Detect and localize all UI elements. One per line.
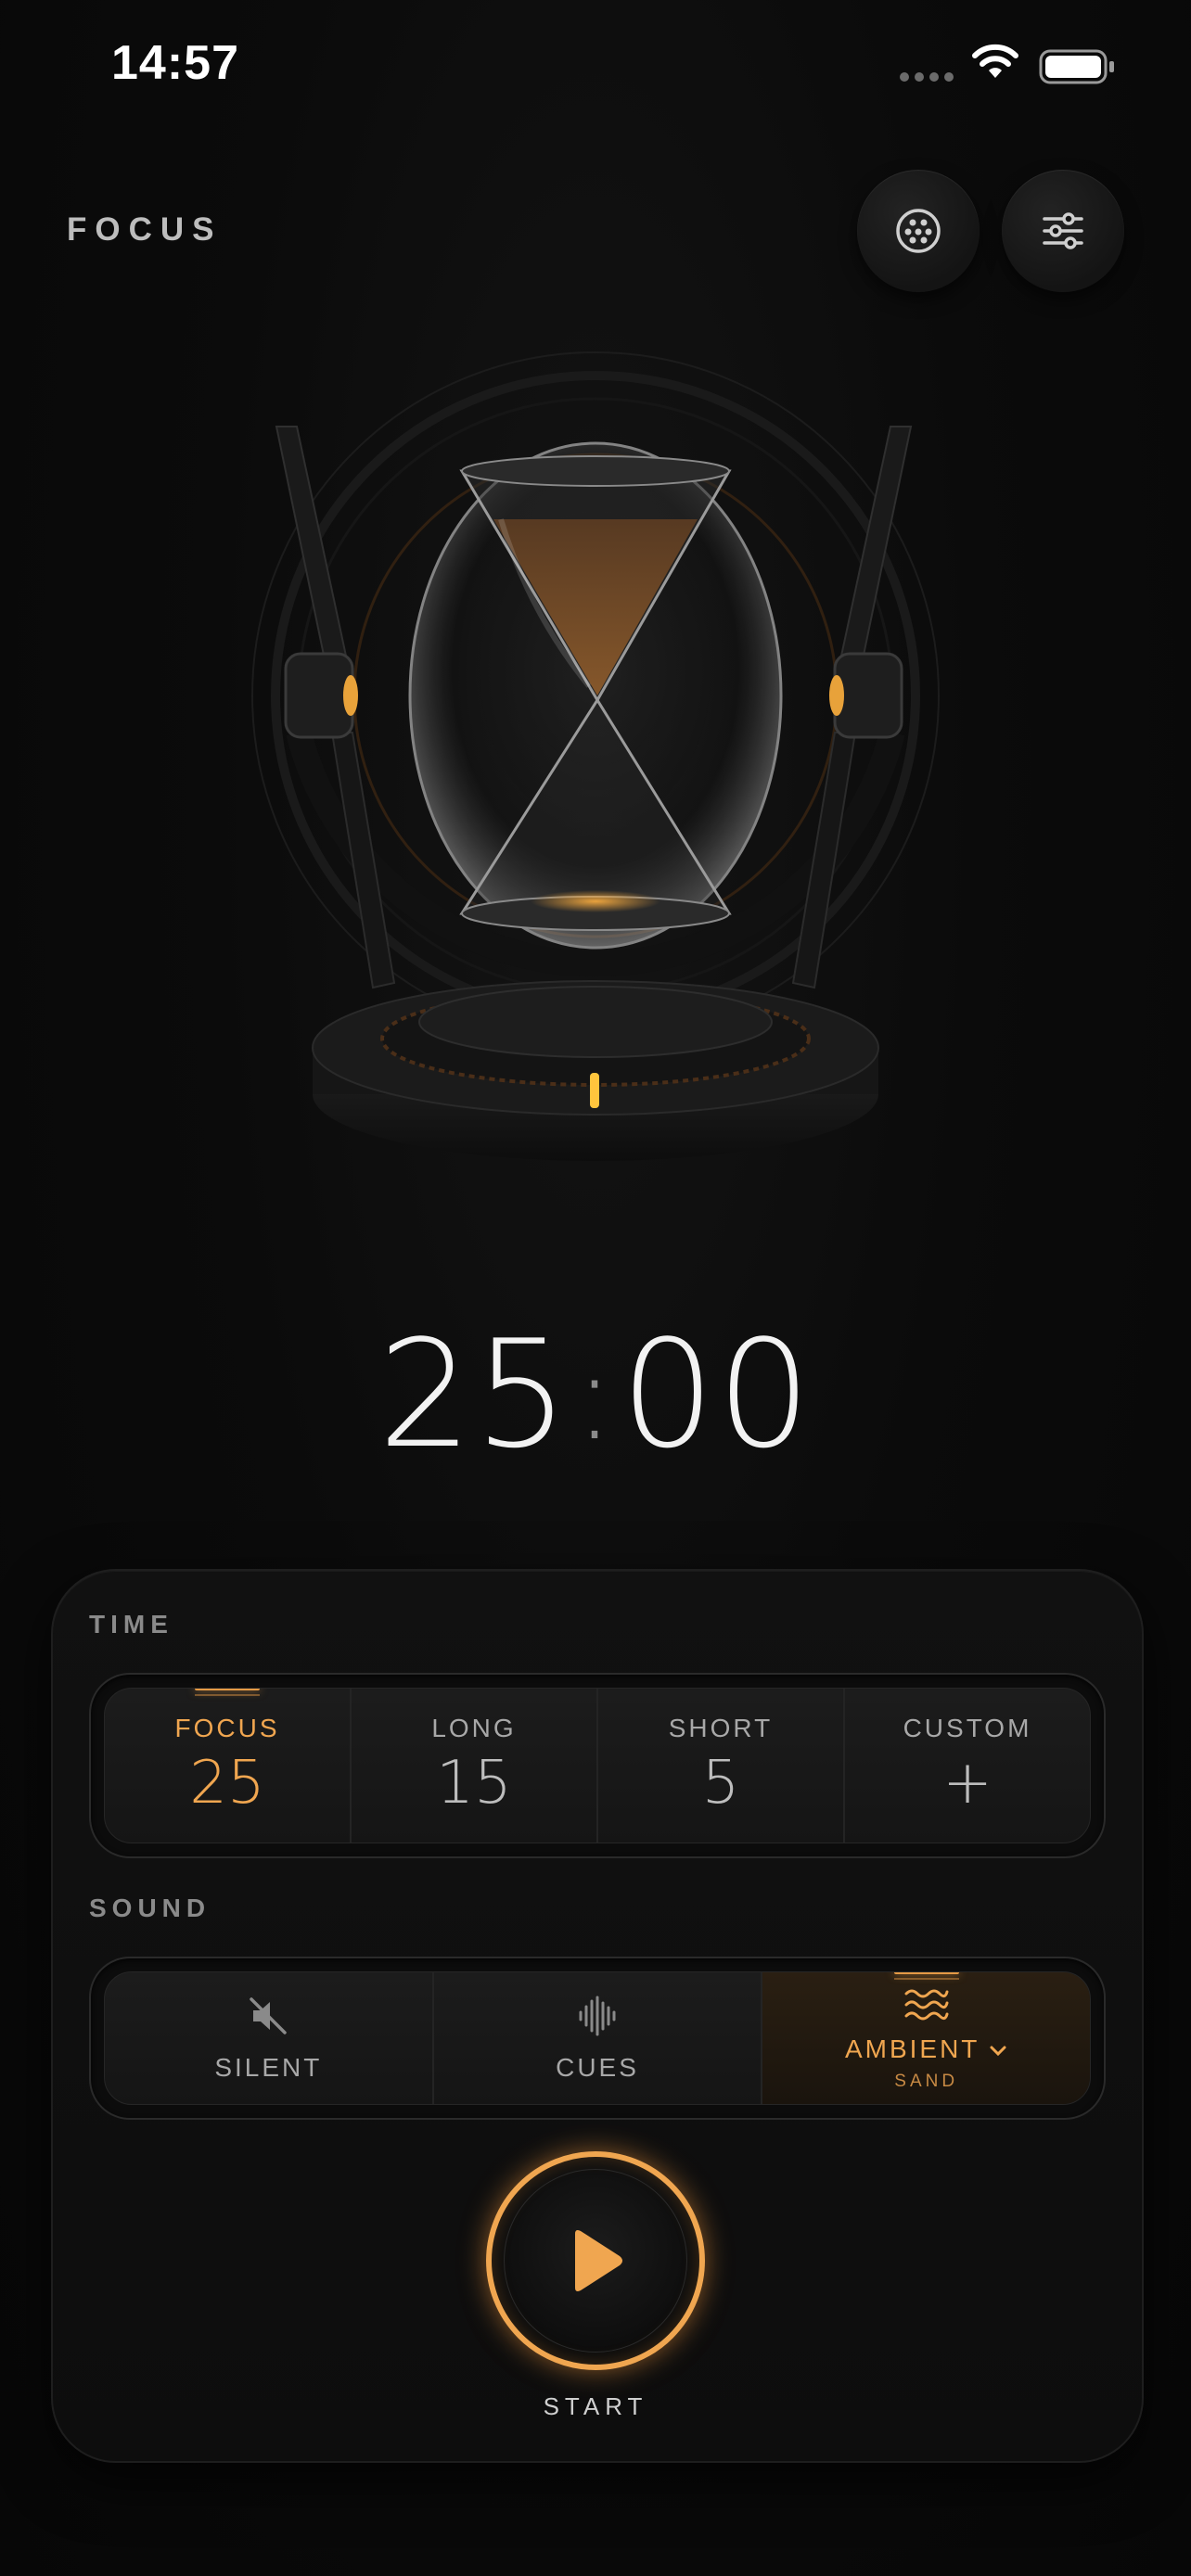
palette-icon <box>896 209 941 253</box>
active-indicator <box>195 1689 260 1690</box>
sound-silent[interactable]: SILENT <box>105 1972 432 2104</box>
start-label: START <box>543 2392 648 2420</box>
preset-focus-value: 25 <box>189 1749 265 1817</box>
preset-long[interactable]: LONG 15 <box>350 1689 596 1843</box>
waveform-icon <box>579 1996 616 2036</box>
preset-short[interactable]: SHORT 5 <box>596 1689 843 1843</box>
sound-silent-label: SILENT <box>214 2053 323 2082</box>
preset-short-title: SHORT <box>668 1714 774 1742</box>
preset-custom[interactable]: CUSTOM + <box>843 1689 1090 1843</box>
sound-cues[interactable]: CUES <box>431 1972 762 2104</box>
start-button[interactable] <box>486 2151 705 2370</box>
status-bar-time: 14:57 <box>111 36 239 90</box>
sound-ambient-label: AMBIENT <box>845 2034 1007 2064</box>
preset-long-title: LONG <box>431 1714 517 1742</box>
waves-icon <box>904 1989 949 2021</box>
timer-seconds: 00 <box>620 1307 813 1481</box>
preset-short-value: 5 <box>701 1749 740 1817</box>
chevron-down-icon[interactable] <box>989 2045 1007 2058</box>
wifi-icon <box>972 44 1018 78</box>
timer-minutes: 25 <box>378 1307 571 1481</box>
hourglass-illustration <box>251 351 940 1161</box>
timer-display: 25:00 <box>0 1307 1191 1481</box>
play-icon <box>575 2230 622 2291</box>
preset-focus-title: FOCUS <box>174 1714 280 1742</box>
battery-icon <box>1039 49 1114 84</box>
timer-separator: : <box>574 1326 617 1467</box>
sliders-icon <box>1043 212 1083 249</box>
preset-custom-value: + <box>942 1749 992 1817</box>
sound-selector: SILENT CUES AMBIENT SAND <box>89 1957 1106 2120</box>
time-section-label: TIME <box>89 1610 173 1639</box>
sound-ambient-subtitle: SAND <box>894 2072 959 2091</box>
speaker-muted-icon <box>250 1997 288 2034</box>
preset-long-value: 15 <box>436 1749 512 1817</box>
time-preset-selector: FOCUS 25 LONG 15 SHORT 5 CUSTOM + <box>89 1673 1106 1858</box>
preset-focus[interactable]: FOCUS 25 <box>105 1689 350 1843</box>
sound-section-label: SOUND <box>89 1894 211 1922</box>
sound-cues-label: CUES <box>556 2053 639 2082</box>
settings-button[interactable] <box>1002 170 1124 292</box>
active-indicator <box>893 1972 959 1974</box>
preset-custom-title: CUSTOM <box>903 1714 1032 1742</box>
sound-ambient[interactable]: AMBIENT SAND <box>761 1972 1090 2104</box>
sound-ambient-title: AMBIENT <box>844 2034 980 2063</box>
app-title: FOCUS <box>67 211 223 248</box>
theme-button[interactable] <box>857 170 980 292</box>
cellular-signal-icon <box>900 72 954 82</box>
